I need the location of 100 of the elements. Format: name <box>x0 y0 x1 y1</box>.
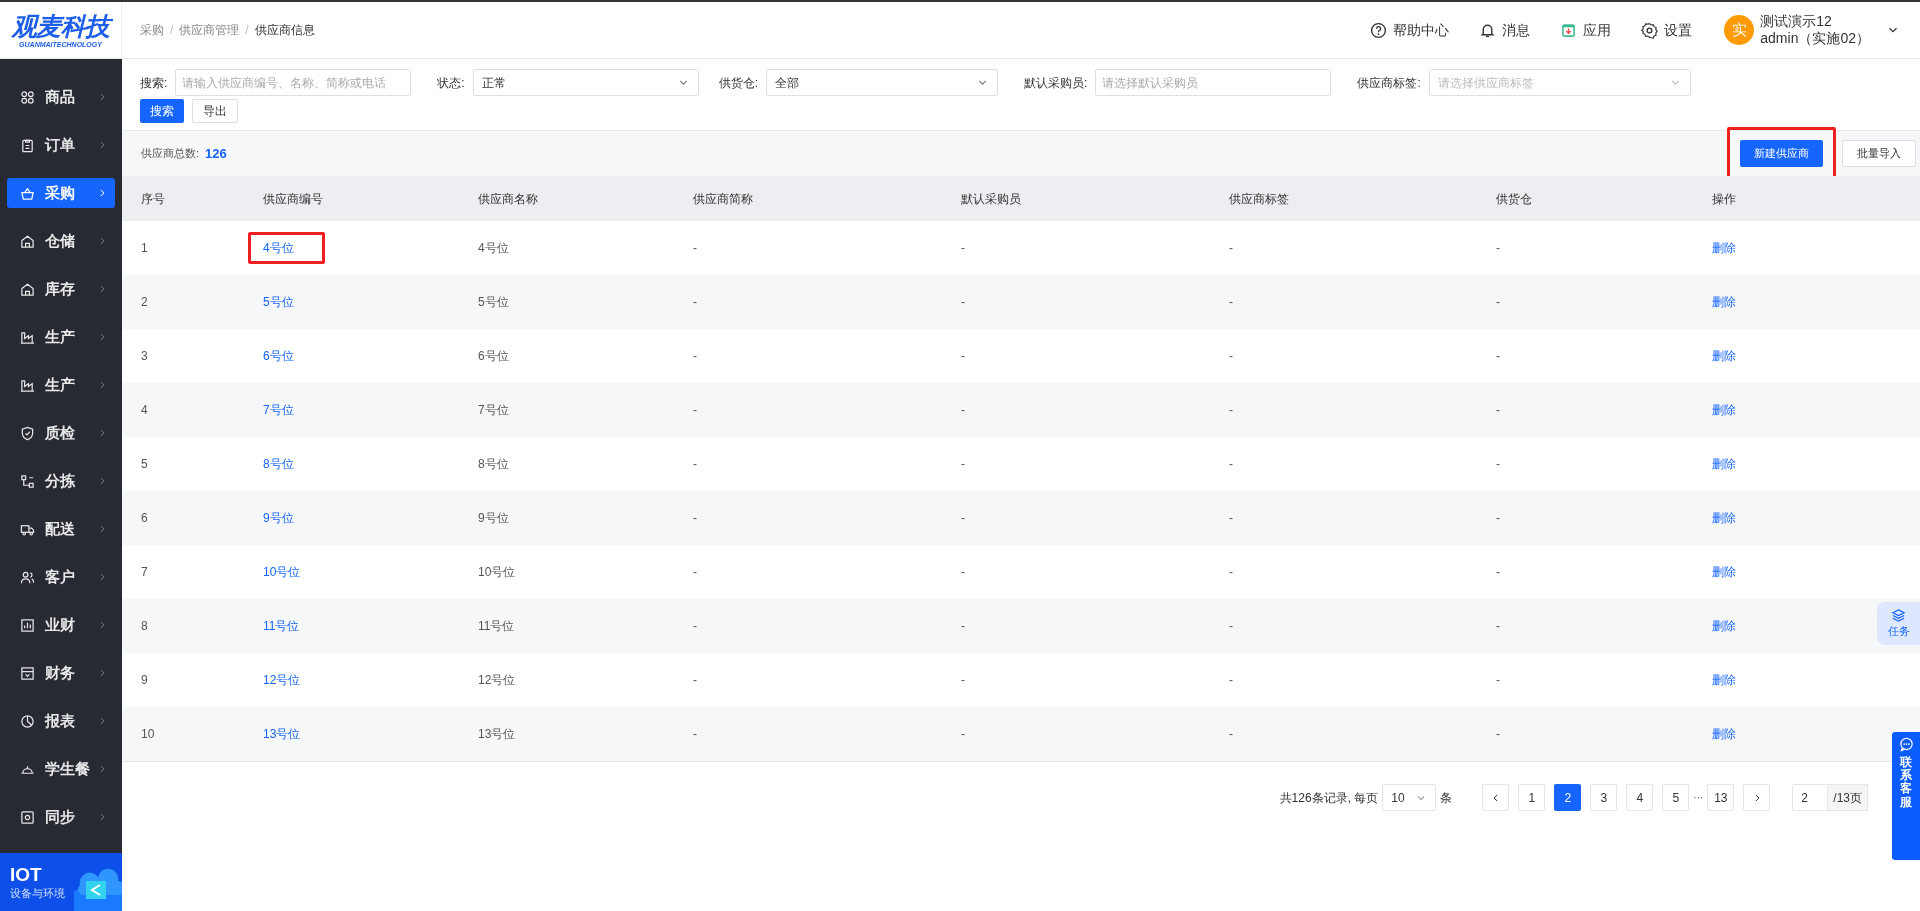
delete-link[interactable]: 删除 <box>1712 403 1736 417</box>
table-cell: - <box>1496 295 1500 309</box>
page-size-unit: 条 <box>1440 789 1453 807</box>
input-field[interactable]: 请选择默认采购员 <box>1095 69 1332 96</box>
table-cell: - <box>1229 403 1233 417</box>
banner-subtitle: 设备与环境 <box>10 886 66 900</box>
sidebar-item[interactable]: 学生餐 <box>7 754 115 784</box>
header-action-link[interactable]: 消息 <box>1479 19 1531 41</box>
table-cell: - <box>693 619 697 633</box>
iot-banner[interactable]: IOT 设备与环境 <box>0 853 122 911</box>
supplier-code-link[interactable]: 6号位 <box>263 347 294 365</box>
table-cell: 5号位 <box>478 295 509 309</box>
sidebar-item[interactable]: 财务 <box>7 658 115 688</box>
app-icon <box>1560 21 1578 39</box>
column-header: 供应商编号 <box>263 190 324 208</box>
header-action-link[interactable]: 应用 <box>1560 19 1612 41</box>
table-cell: - <box>1496 673 1500 687</box>
sidebar-item[interactable]: 采购 <box>7 178 115 208</box>
sidebar-item[interactable]: 库存 <box>7 274 115 304</box>
sidebar-item[interactable]: 业财 <box>7 610 115 640</box>
input-field[interactable]: 请输入供应商编号、名称、简称或电话 <box>175 69 412 96</box>
filter-button[interactable]: 导出 <box>192 99 238 123</box>
chevron-right-icon <box>97 764 107 774</box>
chevron-right-icon <box>97 236 107 246</box>
filter-label: 默认采购员: <box>1024 74 1088 92</box>
pagination-summary: 共126条记录, 每页 <box>1279 789 1379 807</box>
table-cell: - <box>693 349 697 363</box>
sidebar-item[interactable]: 配送 <box>7 514 115 544</box>
sidebar-item[interactable]: 质检 <box>7 418 115 448</box>
task-button[interactable]: 任务 <box>1877 602 1920 645</box>
delete-link[interactable]: 删除 <box>1712 673 1736 687</box>
delete-link[interactable]: 删除 <box>1712 511 1736 525</box>
sidebar-item[interactable]: 生产 <box>7 370 115 400</box>
sidebar-item[interactable]: 订单 <box>7 130 115 160</box>
table-cell: - <box>1229 241 1233 255</box>
chevron-right-icon <box>97 428 107 438</box>
page-button[interactable]: 5 <box>1662 784 1690 811</box>
table-cell: 2 <box>141 295 148 309</box>
table-cell: - <box>961 295 965 309</box>
header-action-link[interactable]: 帮助中心 <box>1370 19 1450 41</box>
delete-link[interactable]: 删除 <box>1712 565 1736 579</box>
branch-icon <box>20 473 35 489</box>
sidebar-item[interactable]: 分拣 <box>7 466 115 496</box>
chevron-right-icon <box>97 524 107 534</box>
breadcrumb-link[interactable]: 采购 <box>140 21 164 39</box>
page-button[interactable]: 3 <box>1590 784 1618 811</box>
table-cell: 4号位 <box>478 241 509 255</box>
header-action-link[interactable]: 设置 <box>1641 19 1693 41</box>
toolbar-button[interactable]: 新建供应商 <box>1740 140 1823 167</box>
table-cell: 5 <box>141 457 148 471</box>
chevron-right-icon <box>97 476 107 486</box>
delete-link[interactable]: 删除 <box>1712 349 1736 363</box>
select-field[interactable]: 全部 <box>766 69 999 96</box>
supplier-code-link[interactable]: 5号位 <box>263 293 294 311</box>
page-jump-field[interactable]: 2 <box>1792 784 1829 811</box>
page-button[interactable]: 1 <box>1518 784 1546 811</box>
supplier-code-link[interactable]: 7号位 <box>263 401 294 419</box>
page-button[interactable]: 2 <box>1554 784 1582 811</box>
page-button[interactable]: 4 <box>1626 784 1654 811</box>
supplier-code-link[interactable]: 12号位 <box>263 671 301 689</box>
sidebar-item[interactable]: 客户 <box>7 562 115 592</box>
delete-link[interactable]: 删除 <box>1712 457 1736 471</box>
delete-link[interactable]: 删除 <box>1712 727 1736 741</box>
chevron-right-icon <box>97 620 107 630</box>
settings-icon <box>1641 21 1659 39</box>
supplier-code-link[interactable]: 8号位 <box>263 455 294 473</box>
bell-icon <box>1479 21 1497 39</box>
sidebar-item[interactable]: 商品 <box>7 82 115 112</box>
supplier-code-link[interactable]: 10号位 <box>263 563 301 581</box>
select-field[interactable]: 正常 <box>472 69 699 96</box>
contact-service-button[interactable]: 联系客服 <box>1892 732 1920 860</box>
toolbar-button[interactable]: 批量导入 <box>1842 140 1916 167</box>
filter-button[interactable]: 搜索 <box>140 99 184 123</box>
supplier-code-link[interactable]: 11号位 <box>263 617 300 635</box>
supplier-code-link[interactable]: 4号位 <box>248 232 325 264</box>
table-cell: 7号位 <box>478 403 509 417</box>
page-size-select[interactable]: 10 <box>1382 784 1437 811</box>
table-cell: - <box>961 673 965 687</box>
delete-link[interactable]: 删除 <box>1712 241 1736 255</box>
supplier-code-link[interactable]: 9号位 <box>263 509 294 527</box>
page-ellipsis: ··· <box>1693 791 1704 805</box>
supplier-code-link[interactable]: 13号位 <box>263 725 301 743</box>
sidebar-item[interactable]: 同步 <box>7 802 115 832</box>
chart-icon <box>20 617 35 633</box>
delete-link[interactable]: 删除 <box>1712 619 1736 633</box>
page-button[interactable]: 13 <box>1707 784 1735 811</box>
delete-link[interactable]: 删除 <box>1712 295 1736 309</box>
table-cell: - <box>961 241 965 255</box>
table-cell: - <box>1496 727 1500 741</box>
sidebar-item[interactable]: 报表 <box>7 706 115 736</box>
next-page-button[interactable] <box>1743 784 1771 811</box>
sidebar-item[interactable]: 仓储 <box>7 226 115 256</box>
grid-icon <box>20 89 35 105</box>
previous-page-button[interactable] <box>1482 784 1510 811</box>
clipboard-icon <box>20 137 35 153</box>
sidebar-item[interactable]: 生产 <box>7 322 115 352</box>
chevron-right-icon <box>97 716 107 726</box>
breadcrumb-link[interactable]: 供应商管理 <box>179 21 240 39</box>
breadcrumb-separator: / <box>170 22 174 39</box>
user-avatar: 实 <box>1724 15 1755 45</box>
